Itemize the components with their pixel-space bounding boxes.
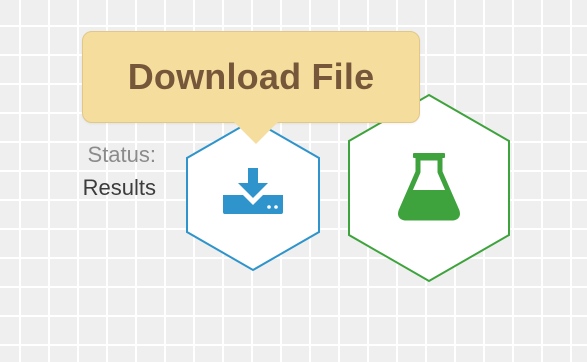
status-block: Status: Results [40,138,156,204]
workflow-canvas[interactable]: Status: Results Download File [0,0,587,362]
status-label: Status: [87,142,156,167]
status-value: Results [82,175,156,200]
download-file-tooltip: Download File [82,31,422,144]
tooltip-text: Download File [127,56,375,97]
tooltip-arrow [234,122,278,144]
